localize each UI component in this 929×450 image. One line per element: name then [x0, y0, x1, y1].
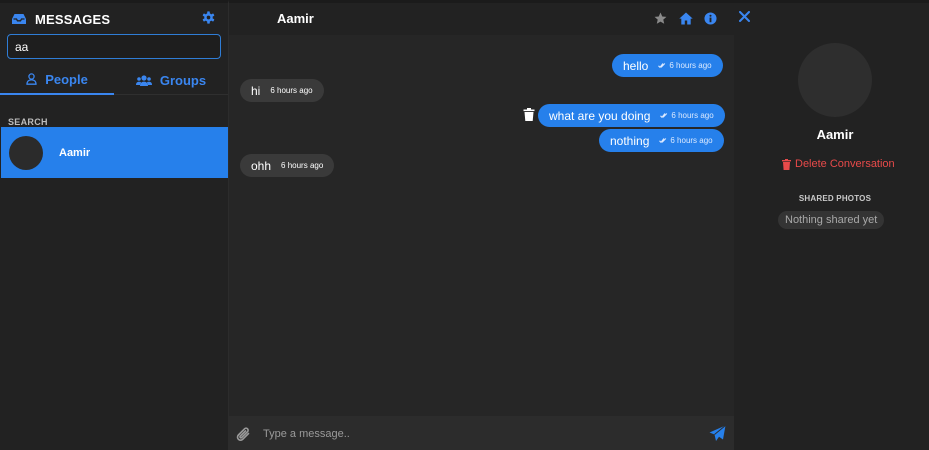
gear-icon[interactable] — [202, 11, 215, 24]
message-bubble: hello 6 hours ago — [612, 54, 723, 77]
double-check-icon — [658, 63, 666, 69]
contact-name: Aamir — [59, 146, 91, 159]
message-text: ohh — [251, 158, 272, 173]
tab-groups[interactable]: Groups — [114, 65, 228, 95]
message-bubble: ohh 6 hours ago — [240, 154, 335, 177]
section-label: SEARCH — [8, 117, 48, 127]
double-check-icon — [660, 113, 668, 119]
close-icon[interactable] — [739, 11, 750, 22]
message-composer — [229, 416, 734, 450]
info-icon[interactable] — [704, 12, 717, 25]
message-time: 6 hours ago — [658, 61, 712, 70]
trash-icon[interactable] — [523, 108, 535, 121]
avatar — [9, 135, 43, 170]
message-time: 6 hours ago — [659, 136, 713, 145]
inbox-icon — [12, 14, 26, 24]
contact-item[interactable]: Aamir — [1, 127, 228, 178]
double-check-icon — [659, 138, 667, 144]
delete-conversation-button[interactable]: Delete Conversation — [782, 158, 895, 170]
users-icon — [135, 74, 152, 86]
tab-groups-label: Groups — [159, 72, 207, 88]
tab-people-label: People — [45, 71, 88, 87]
sidebar-title: MESSAGES — [35, 11, 111, 27]
message-bubble: hi 6 hours ago — [240, 79, 324, 102]
message-text: what are you doing — [549, 108, 651, 123]
message-time: 6 hours ago — [281, 161, 324, 170]
message-time: 6 hours ago — [270, 86, 313, 95]
search-input[interactable] — [7, 34, 221, 59]
paperclip-icon[interactable] — [236, 425, 252, 443]
message-time-label: 6 hours ago — [669, 61, 712, 70]
trash-icon — [782, 158, 791, 170]
avatar — [798, 43, 872, 117]
sidebar-header: MESSAGES — [12, 11, 110, 27]
message-time-label: 6 hours ago — [671, 111, 714, 120]
tab-people[interactable]: People — [0, 65, 114, 95]
delete-conversation-label: Delete Conversation — [795, 158, 895, 170]
star-icon[interactable] — [654, 12, 667, 25]
message-time-label: 6 hours ago — [670, 136, 713, 145]
tabs: People Groups — [0, 65, 228, 95]
home-icon[interactable] — [679, 12, 693, 25]
chat-header: Aamir — [229, 3, 734, 35]
info-contact-name: Aamir — [816, 127, 854, 142]
chat-panel: Aamir hello 6 hours ago hi 6 hours ago w… — [229, 0, 734, 450]
message-bubble: what are you doing 6 hours ago — [538, 104, 725, 127]
shared-photos-empty: Nothing shared yet — [778, 211, 885, 229]
chat-contact-name: Aamir — [277, 11, 314, 26]
message-time: 6 hours ago — [660, 111, 714, 120]
user-icon — [26, 73, 37, 85]
message-bubble: nothing 6 hours ago — [599, 129, 724, 152]
message-input[interactable] — [259, 422, 699, 446]
sidebar: MESSAGES People — [0, 0, 229, 450]
message-text: hi — [251, 83, 261, 98]
message-text: hello — [623, 58, 649, 73]
send-icon[interactable] — [709, 425, 726, 442]
info-panel: Aamir Delete Conversation SHARED PHOTOS … — [734, 0, 929, 450]
shared-photos-label: SHARED PHOTOS — [798, 194, 872, 203]
message-text: nothing — [610, 133, 650, 148]
